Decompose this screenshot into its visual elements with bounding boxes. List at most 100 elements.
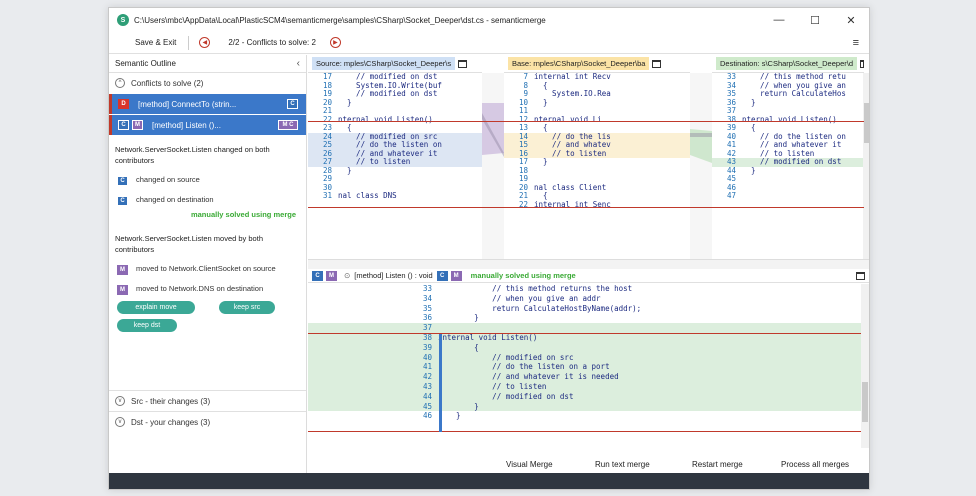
keep-dst-button[interactable]: keep dst [117,319,177,332]
code-line[interactable]: 44 // modified on dst [308,391,861,402]
code-line[interactable]: 39 { [308,342,861,353]
moved-badge-icon: M [117,285,128,295]
pane-splitter[interactable] [308,259,869,269]
destination-scrollbar[interactable] [863,73,869,259]
status-bar [109,473,869,489]
chevron-up-icon[interactable]: ^ [115,78,125,88]
base-code[interactable]: 7 internal int Recv 8 {9 System.IO.Rea 10 }… [504,72,690,209]
line-text: // modified on dst [338,89,438,98]
result-pane[interactable]: 33 // this method returns the host 34 // … [308,284,861,448]
chevron-down-icon[interactable]: v [115,417,125,427]
source-code[interactable]: 17 // modified on dst 18 System.IO.Write(… [308,72,482,201]
dst-changes-label: Dst - your changes (3) [131,417,211,427]
scrollbar-thumb[interactable] [864,103,869,143]
code-line[interactable]: 46 } [308,411,861,421]
code-line[interactable]: 10 } [504,97,690,108]
chevron-down-icon[interactable]: v [115,396,125,406]
code-line[interactable]: 37 [308,323,861,333]
conflict-item-listen[interactable]: C M [method] Listen ()... M C [109,115,306,135]
dst-changes-group-header[interactable]: v Dst - your changes (3) [109,412,210,432]
code-line[interactable]: 35 return CalculateHostByName(addr); [308,304,861,314]
title-bar: S C:\Users\mbc\AppData\Local\PlasticSCM4… [109,8,869,32]
code-line[interactable]: 43 // to listen [308,381,861,392]
result-code[interactable]: 33 // this method returns the host 34 // … [308,284,861,421]
code-line[interactable]: 27 // to listen [308,157,482,167]
code-line[interactable]: 20 nal class Client [504,183,690,193]
collapse-panel-icon[interactable]: ‹ [297,58,300,69]
code-line[interactable]: 38 internal void Listen() [308,332,861,343]
code-line[interactable]: 45 } [308,401,861,412]
code-line[interactable]: 28 } [308,166,482,176]
conflicts-group-header[interactable]: ^ Conflicts to solve (2) [109,73,306,93]
code-line[interactable]: 20 } [308,98,482,108]
code-line[interactable]: 34 // when you give an addr [308,294,861,304]
destination-code[interactable]: 33 // this method retu 34 // when you giv… [712,72,864,201]
conflict-item-connectto[interactable]: D [method] ConnectTo (strin... C [109,94,306,114]
base-path-label: Base: rnples\CSharp\Socket_Deeper\ba [508,57,650,70]
close-button[interactable]: ✕ [833,8,869,32]
maximize-pane-icon[interactable] [652,59,662,68]
moved-badge-icon: M [326,270,337,281]
code-line[interactable]: 47 [712,191,864,201]
code-line[interactable]: 31 nal class DNS [308,191,482,201]
code-line[interactable]: 22 nternal void Listen() [308,115,482,125]
semanticmerge-window: S C:\Users\mbc\AppData\Local\PlasticSCM4… [108,7,870,490]
destination-pane[interactable]: Destination: s\CSharp\Socket_Deeper\d 33… [712,55,864,259]
code-line[interactable]: 42 // and whatever it is needed [308,372,861,382]
line-number: 31 [322,191,332,200]
code-line[interactable]: 18 [504,166,690,176]
moved-badge-icon: M [132,120,143,130]
save-exit-button[interactable]: Save & Exit [135,38,176,47]
code-line[interactable]: 9 System.IO.Rea [504,89,690,99]
line-number: 45 [422,401,432,411]
run-text-merge-button[interactable]: Run text merge [595,460,650,469]
code-line[interactable]: 7 internal int Recv [504,72,690,82]
code-line[interactable]: 19 // modified on dst [308,89,482,99]
line-text: // to listen [438,381,547,391]
line-text: } [534,97,548,107]
maximize-pane-icon[interactable] [856,272,865,280]
conflict-boundary-line [308,431,861,432]
explain-move-button[interactable]: explain move [117,301,195,314]
line-number: 44 [422,391,432,401]
maximize-pane-icon[interactable] [458,59,468,68]
code-line[interactable]: 16 // to listen [504,149,690,158]
process-all-merges-button[interactable]: Process all merges [781,460,849,469]
semantic-outline-title: Semantic Outline [115,59,176,68]
code-line[interactable]: 40 // modified on src [308,352,861,363]
source-pane[interactable]: Source: mples\CSharp\Socket_Deeper\s 17 … [308,55,482,259]
visual-merge-button[interactable]: Visual Merge [506,460,553,469]
base-pane[interactable]: Base: rnples\CSharp\Socket_Deeper\ba 7 in… [504,55,690,259]
move-detail-row: M moved to Network.ClientSocket on sourc… [109,255,306,275]
code-line[interactable]: 36 } [308,313,861,323]
line-text: } [742,97,756,107]
code-line[interactable]: 33 // this method returns the host [308,284,861,294]
destination-path-label: Destination: s\CSharp\Socket_Deeper\d [716,57,857,70]
src-changes-group-header[interactable]: v Src - their changes (3) [109,391,210,411]
scrollbar-thumb[interactable] [862,382,868,422]
code-line[interactable]: 12 nternal void Li [504,115,690,125]
line-text: return CalculateHostByName(addr); [438,303,642,313]
previous-conflict-icon[interactable]: ◀ [199,37,211,48]
code-line[interactable]: 17 } [504,157,690,167]
minimize-button[interactable]: — [761,8,797,32]
method-icon: ⊙ [344,271,351,280]
line-text: // modified on src [438,352,574,362]
result-scrollbar[interactable] [861,284,869,448]
semantic-outline-panel: Semantic Outline ‹ ^ Conflicts to solve … [109,55,307,478]
line-text: // and whatever it is needed [438,372,619,382]
keep-src-button[interactable]: keep src [219,301,275,314]
maximize-pane-icon[interactable] [860,59,864,68]
change-detail-title: Network.ServerSocket.Listen changed on b… [115,145,270,165]
code-line[interactable]: 29 [308,174,482,184]
conflict-boundary-line [308,333,861,334]
next-conflict-icon[interactable]: ▶ [329,37,341,48]
hamburger-menu-icon[interactable]: ≡ [853,37,859,49]
restart-merge-button[interactable]: Restart merge [692,460,743,469]
move-detail-title: Network.ServerSocket.Listen moved by bot… [115,234,263,254]
changed-badge-icon: C [117,196,128,206]
maximize-button[interactable]: ☐ [797,8,833,32]
line-text: // modified on dst [742,157,842,166]
line-number: 33 [422,284,432,293]
code-line[interactable]: 41 // do the listen on a port [308,362,861,373]
